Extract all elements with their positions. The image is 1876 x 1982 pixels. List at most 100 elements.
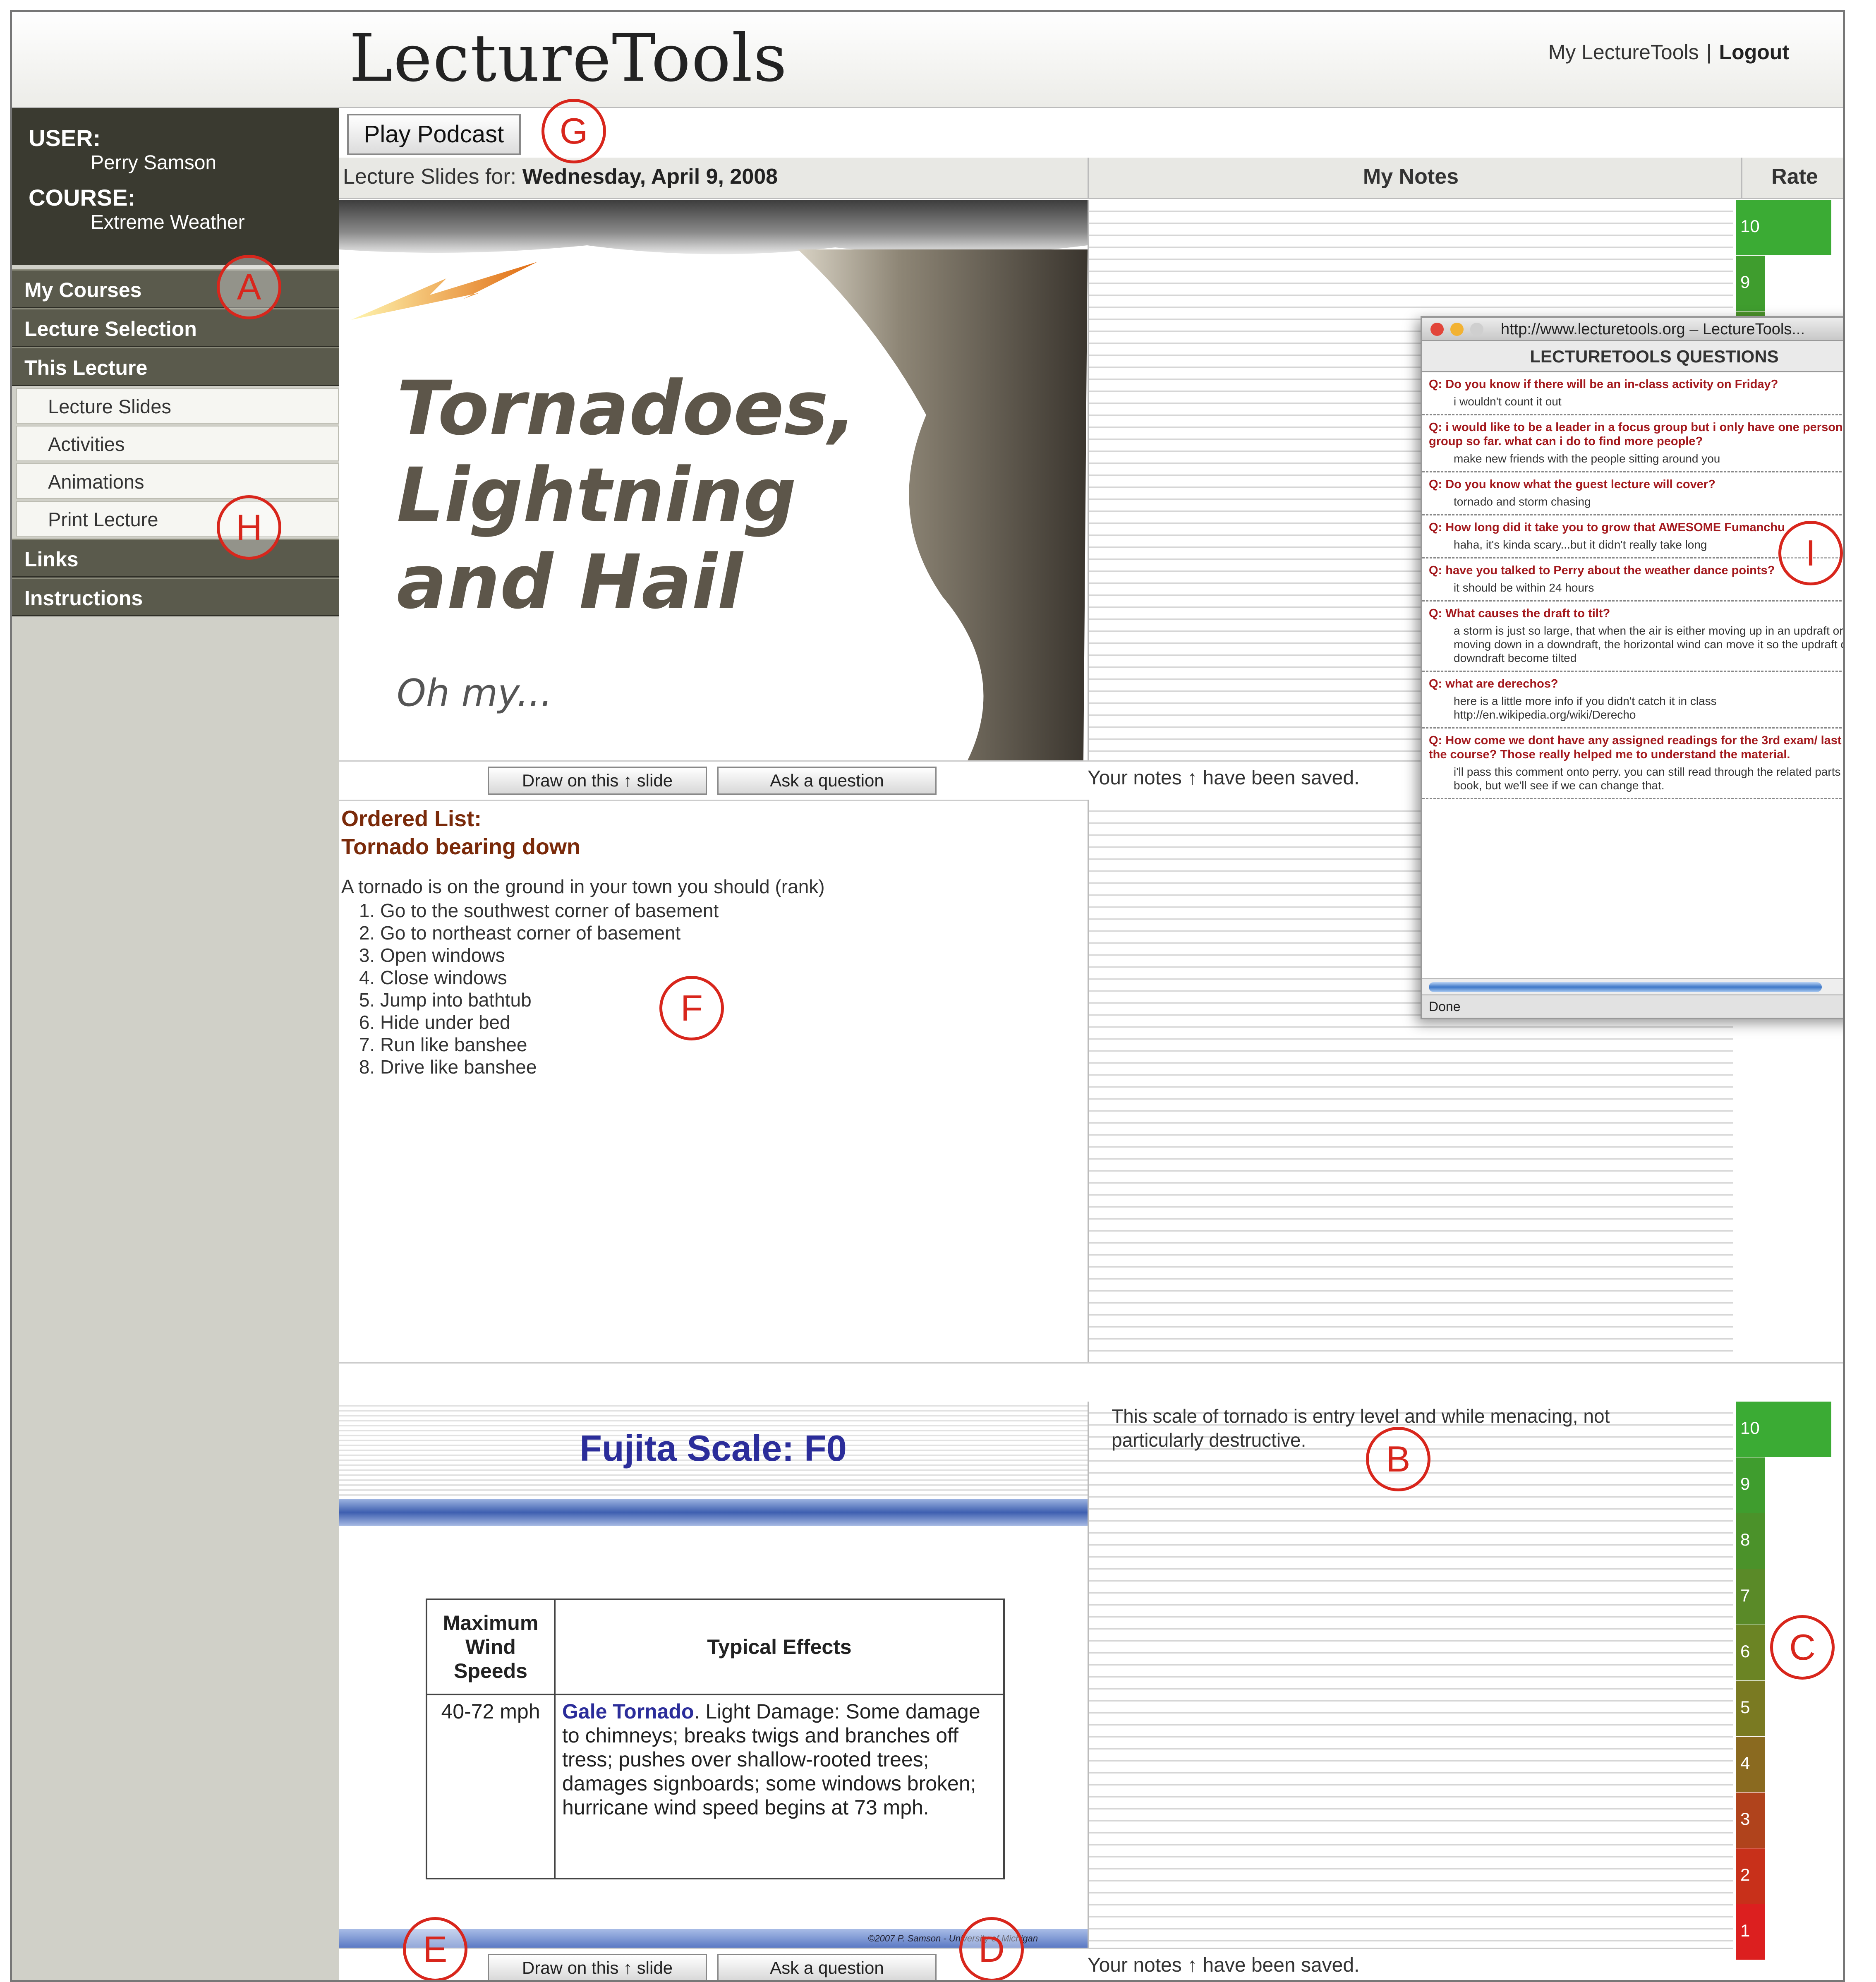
rating-option-1[interactable]: 1: [1736, 1904, 1765, 1960]
scroll-thumb[interactable]: [1429, 982, 1822, 992]
rating-option-10[interactable]: 10: [1736, 1402, 1831, 1457]
my-lecturetools-link[interactable]: My LectureTools: [1548, 41, 1699, 64]
answer-text: tornado and storm chasing: [1454, 495, 1591, 508]
callout-d: D: [959, 1917, 1024, 1980]
slide-title-line-1: Tornadoes,: [397, 365, 857, 452]
logout-link[interactable]: Logout: [1719, 41, 1789, 64]
effects-cell: Gale Tornado. Light Damage: Some damage …: [554, 1694, 1005, 1879]
popup-heading: LECTURETOOLS QUESTIONS: [1422, 341, 1843, 372]
user-label: USER:: [29, 125, 101, 151]
question-text: Q: What causes the draft to tilt?: [1429, 607, 1610, 620]
fujita-table: Maximum Wind Speeds Typical Effects 40-7…: [426, 1599, 1005, 1879]
questions-list: Q: Do you know if there will be an in-cl…: [1422, 372, 1845, 799]
slide-fujita: Fujita Scale: F0 Maximum Wind Speeds Typ…: [339, 1402, 1088, 1948]
rating-option-10[interactable]: 10: [1736, 200, 1831, 255]
blue-divider: [339, 1499, 1088, 1526]
nav-links[interactable]: Links: [12, 539, 339, 578]
notes-saved-status: Your notes ↑ have been saved.: [1088, 767, 1360, 789]
question-item[interactable]: Q: Do you know if there will be an in-cl…: [1422, 372, 1843, 415]
slide-subtitle: Oh my...: [397, 671, 553, 715]
lecture-label: Lecture Slides for:: [343, 165, 517, 189]
rating-option-5[interactable]: 5: [1736, 1681, 1765, 1736]
popup-url: http://www.lecturetools.org – LectureToo…: [1501, 321, 1805, 338]
draw-on-slide-button[interactable]: Draw on this ↑ slide: [488, 767, 707, 795]
slide-title-line-2: Lightning: [397, 452, 797, 539]
question-item[interactable]: Q: Do you know what the guest lecture wi…: [1422, 472, 1843, 515]
popup-titlebar: http://www.lecturetools.org – LectureToo…: [1422, 318, 1843, 341]
col-header-wind: Maximum Wind Speeds: [426, 1599, 556, 1695]
activity-ordered-list: Ordered List: Tornado bearing down A tor…: [339, 800, 1088, 1362]
fujita-title: Fujita Scale: F0: [580, 1428, 847, 1469]
user-name: Perry Samson: [91, 152, 217, 174]
nav-animations[interactable]: Animations: [16, 463, 339, 499]
answer-text: a storm is just so large, that when the …: [1454, 624, 1845, 664]
rating-option-6[interactable]: 6: [1736, 1625, 1765, 1680]
link-separator: |: [1706, 41, 1712, 64]
answer-text: i'll pass this comment onto perry. you c…: [1454, 765, 1845, 792]
nav-my-courses[interactable]: My Courses: [12, 269, 339, 308]
list-item[interactable]: Run like banshee: [380, 1033, 719, 1056]
nav-print-lecture[interactable]: Print Lecture: [16, 501, 339, 537]
rating-option-4[interactable]: 4: [1736, 1737, 1765, 1792]
status-text: Done: [1429, 999, 1461, 1014]
popup-scrollbar[interactable]: [1422, 978, 1843, 995]
close-window-icon[interactable]: [1430, 323, 1444, 336]
rating-option-2[interactable]: 2: [1736, 1848, 1765, 1904]
list-item[interactable]: Drive like banshee: [380, 1056, 719, 1078]
nav-activities[interactable]: Activities: [16, 426, 339, 461]
rating-option-8[interactable]: 8: [1736, 1513, 1765, 1569]
nav-this-lecture[interactable]: This Lecture: [12, 347, 339, 386]
list-item[interactable]: Close windows: [380, 966, 719, 989]
app-header: LectureTools My LectureTools | Logout: [12, 12, 1843, 108]
question-item[interactable]: Q: How come we dont have any assigned re…: [1422, 729, 1845, 799]
list-item[interactable]: Open windows: [380, 944, 719, 966]
question-text: Q: Do you know what the guest lecture wi…: [1429, 478, 1715, 491]
lecture-date-header: Lecture Slides for: Wednesday, April 9, …: [343, 164, 778, 189]
nav-lecture-selection[interactable]: Lecture Selection: [12, 308, 339, 347]
callout-g: G: [541, 99, 606, 163]
my-notes-header: My Notes: [1088, 158, 1733, 199]
list-item[interactable]: Go to northeast corner of basement: [380, 922, 719, 944]
answer-text: i wouldn't count it out: [1454, 395, 1562, 408]
slide-tornadoes: Tornadoes, Lightning and Hail Oh my...: [339, 200, 1088, 760]
top-links: My LectureTools | Logout: [1548, 40, 1789, 64]
rating-option-7[interactable]: 7: [1736, 1569, 1765, 1625]
notes-saved-status: Your notes ↑ have been saved.: [1088, 1954, 1360, 1976]
activity-prompt: A tornado is on the ground in your town …: [341, 876, 825, 897]
answer-text: make new friends with the people sitting…: [1454, 452, 1720, 465]
zoom-window-icon[interactable]: [1470, 323, 1483, 336]
minimize-window-icon[interactable]: [1450, 323, 1464, 336]
course-name: Extreme Weather: [91, 211, 245, 233]
answer-text: here is a little more info if you didn't…: [1454, 695, 1717, 721]
nav-instructions[interactable]: Instructions: [12, 578, 339, 616]
wind-speed-cell: 40-72 mph: [426, 1694, 556, 1879]
slide-controls-2: Draw on this ↑ slide Ask a question Your…: [339, 1948, 1733, 1980]
callout-h: H: [217, 495, 281, 560]
rate-header: Rate: [1741, 158, 1843, 199]
callout-f: F: [659, 976, 724, 1040]
lecture-date: Wednesday, April 9, 2008: [522, 165, 778, 189]
rating-option-3[interactable]: 3: [1736, 1793, 1765, 1848]
page-root: LectureTools My LectureTools | Logout USER…: [0, 0, 1876, 1982]
popup-statusbar: Done ✓: [1422, 995, 1843, 1018]
rating-option-9[interactable]: 9: [1736, 1457, 1765, 1513]
question-text: Q: what are derechos?: [1429, 677, 1558, 690]
question-item[interactable]: Q: i would like to be a leader in a focu…: [1422, 415, 1843, 472]
draw-on-slide-button[interactable]: Draw on this ↑ slide: [488, 1954, 707, 1980]
nav-lecture-slides[interactable]: Lecture Slides: [16, 388, 339, 424]
callout-b: B: [1366, 1427, 1430, 1491]
question-item[interactable]: Q: what are derechos? here is a little mo…: [1422, 672, 1843, 729]
question-text: Q: How long did it take you to grow that…: [1429, 521, 1785, 534]
effect-name: Gale Tornado: [562, 1700, 694, 1723]
question-item[interactable]: Q: What causes the draft to tilt? a storm…: [1422, 602, 1845, 672]
sidebar: USER: Perry Samson COURSE: Extreme Weath…: [12, 108, 339, 1980]
rating-option-9[interactable]: 9: [1736, 256, 1765, 311]
ask-question-button[interactable]: Ask a question: [717, 767, 937, 795]
ask-question-button[interactable]: Ask a question: [717, 1954, 937, 1980]
play-podcast-button[interactable]: Play Podcast: [347, 114, 521, 155]
app-logo: LectureTools: [349, 20, 788, 96]
user-info: USER: Perry Samson COURSE: Extreme Weath…: [12, 108, 339, 265]
sidebar-nav: My Courses Lecture Selection This Lectur…: [12, 269, 339, 616]
question-text: Q: How come we dont have any assigned re…: [1429, 734, 1845, 761]
list-item[interactable]: Go to the southwest corner of basement: [380, 899, 719, 922]
